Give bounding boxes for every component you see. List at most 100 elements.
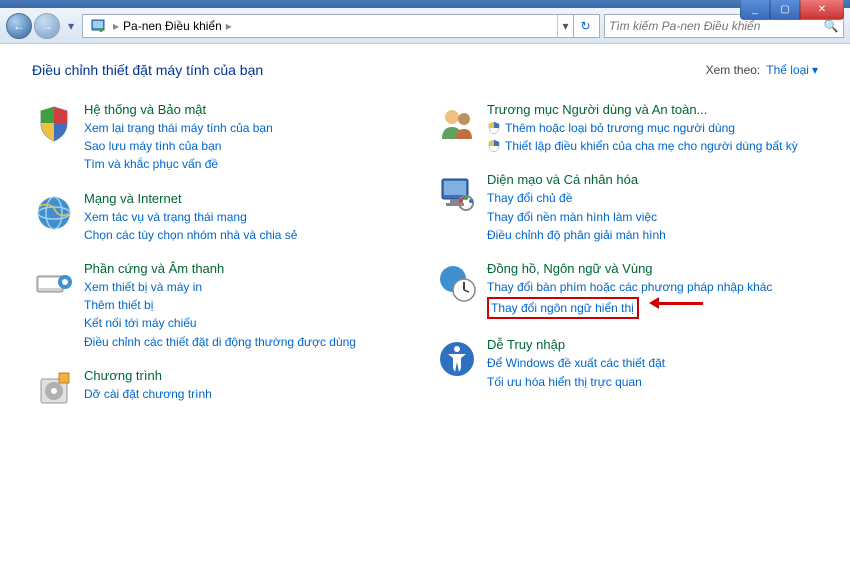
left-column: Hệ thống và Bảo mật Xem lại trạng thái má… xyxy=(32,102,415,430)
titlebar: _ ▢ ✕ xyxy=(0,0,850,8)
refresh-button[interactable]: ↻ xyxy=(573,15,597,37)
hardware-sound-icon[interactable] xyxy=(32,261,76,305)
link-row: Sao lưu máy tính của bạn xyxy=(84,138,415,154)
category-hardware-sound: Phần cứng và Âm thanh Xem thiết bị và máy… xyxy=(32,261,415,350)
clock-language-icon[interactable] xyxy=(435,261,479,305)
link-row: Thêm hoặc loại bỏ trương mục người dùng xyxy=(487,120,818,136)
breadcrumb[interactable]: ▸ Pa-nen Điều khiển ▸ xyxy=(111,19,557,33)
category-system-security: Hệ thống và Bảo mật Xem lại trạng thái má… xyxy=(32,102,415,173)
view-by: Xem theo: Thể loại ▾ xyxy=(706,63,818,77)
link-row: Xem thiết bị và máy in xyxy=(84,279,415,295)
category-link[interactable]: Tối ưu hóa hiển thị trực quan xyxy=(487,374,642,390)
category-links: Thay đổi chủ đề Thay đổi nền màn hình làm… xyxy=(487,190,818,243)
user-accounts-icon[interactable] xyxy=(435,102,479,146)
category-link[interactable]: Xem lại trạng thái máy tính của bạn xyxy=(84,120,273,136)
category-links: Xem tác vụ và trạng thái mạng Chọn các tù… xyxy=(84,209,415,243)
category-body: Trương mục Người dùng và An toàn... Thêm … xyxy=(487,102,818,154)
categories: Hệ thống và Bảo mật Xem lại trạng thái má… xyxy=(32,102,818,430)
category-title[interactable]: Trương mục Người dùng và An toàn... xyxy=(487,102,818,117)
link-row: Thay đổi nền màn hình làm việc xyxy=(487,209,818,225)
right-column: Trương mục Người dùng và An toàn... Thêm … xyxy=(435,102,818,430)
link-row: Chọn các tùy chọn nhóm nhà và chia sẻ xyxy=(84,227,415,243)
minimize-button[interactable]: _ xyxy=(740,0,770,20)
close-button[interactable]: ✕ xyxy=(800,0,844,20)
link-row: Xem tác vụ và trạng thái mạng xyxy=(84,209,415,225)
link-row: Tối ưu hóa hiển thị trực quan xyxy=(487,374,818,390)
content-area: Điều chỉnh thiết đặt máy tính của bạn Xe… xyxy=(0,44,850,448)
category-link[interactable]: Tìm và khắc phục vấn đề xyxy=(84,156,218,172)
category-links: Xem thiết bị và máy in Thêm thiết bị Kết n… xyxy=(84,279,415,350)
viewby-label: Xem theo: xyxy=(706,63,761,77)
category-link[interactable]: Điều chỉnh độ phân giải màn hình xyxy=(487,227,666,243)
category-title[interactable]: Dễ Truy nhập xyxy=(487,337,818,352)
category-link[interactable]: Thêm hoặc loại bỏ trương mục người dùng xyxy=(505,120,735,136)
window-controls: _ ▢ ✕ xyxy=(740,0,844,20)
category-body: Diện mạo và Cá nhân hóaThay đổi chủ đềTh… xyxy=(487,172,818,243)
category-title[interactable]: Phần cứng và Âm thanh xyxy=(84,261,415,276)
category-user-accounts: Trương mục Người dùng và An toàn... Thêm … xyxy=(435,102,818,154)
link-row: Điều chỉnh các thiết đặt di động thường … xyxy=(84,334,415,350)
category-link[interactable]: Thay đổi nền màn hình làm việc xyxy=(487,209,657,225)
shield-icon xyxy=(487,121,501,135)
breadcrumb-sep-icon: ▸ xyxy=(113,19,119,33)
search-input[interactable] xyxy=(609,19,823,33)
category-link[interactable]: Chọn các tùy chọn nhóm nhà và chia sẻ xyxy=(84,227,297,243)
category-link[interactable]: Điều chỉnh các thiết đặt di động thường … xyxy=(84,334,356,350)
category-link[interactable]: Để Windows đề xuất các thiết đặt xyxy=(487,355,665,371)
programs-icon[interactable] xyxy=(32,368,76,412)
category-link[interactable]: Thêm thiết bị xyxy=(84,297,153,313)
link-row: Thay đổi chủ đề xyxy=(487,190,818,206)
category-link[interactable]: Xem tác vụ và trạng thái mạng xyxy=(84,209,247,225)
category-title[interactable]: Đồng hồ, Ngôn ngữ và Vùng xyxy=(487,261,818,276)
address-dropdown-icon[interactable]: ▾ xyxy=(557,15,573,37)
link-row: Thêm thiết bị xyxy=(84,297,415,313)
category-body: Dễ Truy nhập Để Windows đề xuất các thiết… xyxy=(487,337,818,389)
refresh-icon: ↻ xyxy=(580,19,590,33)
back-button[interactable]: ← xyxy=(6,13,32,39)
category-network-internet: Mạng và Internet Xem tác vụ và trạng thái… xyxy=(32,191,415,243)
category-title[interactable]: Hệ thống và Bảo mật xyxy=(84,102,415,117)
shield-icon xyxy=(487,139,501,153)
category-body: Hệ thống và Bảo mật Xem lại trạng thái má… xyxy=(84,102,415,173)
category-link[interactable]: Thay đổi ngôn ngữ hiển thị xyxy=(491,301,634,315)
category-clock-language: Đồng hồ, Ngôn ngữ và Vùng Thay đổi bàn ph… xyxy=(435,261,818,319)
control-panel-icon xyxy=(89,17,107,35)
link-row: Thay đổi bàn phím hoặc các phương pháp n… xyxy=(487,279,818,295)
link-row: Dỡ cài đặt chương trình xyxy=(84,386,415,402)
forward-button[interactable]: → xyxy=(34,13,60,39)
link-row: Thiết lập điều khiển của cha mẹ cho ngườ… xyxy=(487,138,818,154)
address-bar[interactable]: ▸ Pa-nen Điều khiển ▸ ▾ ↻ xyxy=(82,14,600,38)
category-links: Thêm hoặc loại bỏ trương mục người dùng T… xyxy=(487,120,818,154)
viewby-dropdown[interactable]: Thể loại ▾ xyxy=(766,63,818,77)
appearance-icon[interactable] xyxy=(435,172,479,216)
category-programs: Chương trình Dỡ cài đặt chương trình xyxy=(32,368,415,412)
breadcrumb-item[interactable]: Pa-nen Điều khiển xyxy=(123,19,222,33)
category-link[interactable]: Dỡ cài đặt chương trình xyxy=(84,386,212,402)
category-link[interactable]: Thiết lập điều khiển của cha mẹ cho ngườ… xyxy=(505,138,798,154)
network-internet-icon[interactable] xyxy=(32,191,76,235)
category-link[interactable]: Sao lưu máy tính của bạn xyxy=(84,138,221,154)
ease-of-access-icon[interactable] xyxy=(435,337,479,381)
history-dropdown-icon[interactable]: ▾ xyxy=(64,13,78,39)
back-arrow-icon: ← xyxy=(13,19,25,33)
search-icon[interactable]: 🔍 xyxy=(823,19,839,33)
category-link[interactable]: Xem thiết bị và máy in xyxy=(84,279,202,295)
category-title[interactable]: Diện mạo và Cá nhân hóa xyxy=(487,172,818,187)
system-security-icon[interactable] xyxy=(32,102,76,146)
category-link[interactable]: Thay đổi chủ đề xyxy=(487,190,572,206)
category-links: Xem lại trạng thái máy tính của bạn Sao l… xyxy=(84,120,415,173)
category-link[interactable]: Thay đổi bàn phím hoặc các phương pháp n… xyxy=(487,279,772,295)
link-row: Kết nối tới máy chiếu xyxy=(84,315,415,331)
nav-buttons: ← → xyxy=(6,13,60,39)
link-row: Điều chỉnh độ phân giải màn hình xyxy=(487,227,818,243)
category-link[interactable]: Kết nối tới máy chiếu xyxy=(84,315,197,331)
header-row: Điều chỉnh thiết đặt máy tính của bạn Xe… xyxy=(32,62,818,78)
category-title[interactable]: Chương trình xyxy=(84,368,415,383)
category-ease-of-access: Dễ Truy nhập Để Windows đề xuất các thiết… xyxy=(435,337,818,389)
breadcrumb-sep-icon: ▸ xyxy=(226,19,232,33)
category-title[interactable]: Mạng và Internet xyxy=(84,191,415,206)
viewby-value: Thể loại xyxy=(766,63,809,77)
link-row: Tìm và khắc phục vấn đề xyxy=(84,156,415,172)
maximize-button[interactable]: ▢ xyxy=(770,0,800,20)
category-links: Dỡ cài đặt chương trình xyxy=(84,386,415,402)
